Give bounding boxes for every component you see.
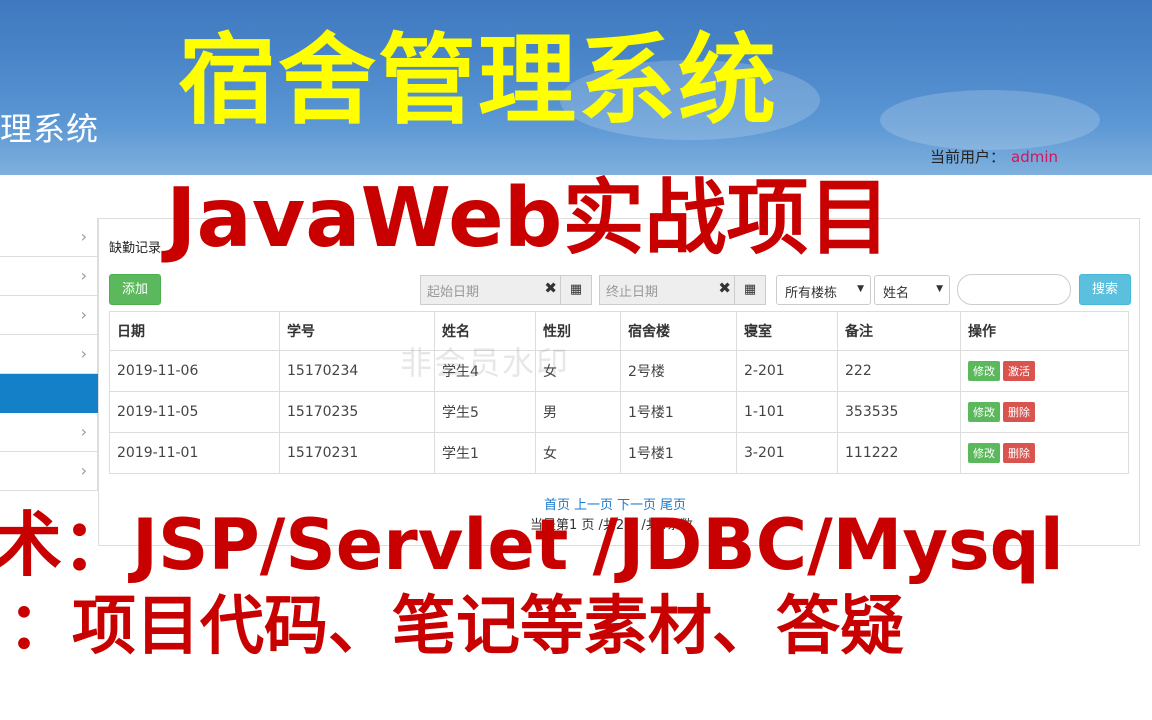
column-header: 日期 bbox=[109, 311, 280, 351]
cell-actions: 修改 删除 bbox=[960, 432, 1129, 474]
search-input[interactable] bbox=[957, 274, 1071, 305]
column-header: 寝室 bbox=[736, 311, 838, 351]
user-label: 当前用户： bbox=[930, 148, 1006, 166]
edit-button[interactable]: 修改 bbox=[968, 443, 1000, 463]
field-select[interactable]: 姓名 ▼ bbox=[874, 275, 950, 305]
username-link[interactable]: admin bbox=[1011, 148, 1058, 166]
sidebar-item[interactable]: › bbox=[0, 335, 98, 374]
dropdown-arrow-icon: ▼ bbox=[857, 284, 864, 294]
column-header: 宿舍楼 bbox=[620, 311, 737, 351]
clear-icon[interactable]: ✖ bbox=[718, 279, 731, 297]
cell-name: 学生5 bbox=[434, 391, 536, 433]
watermark: 非会员水印 bbox=[400, 344, 571, 382]
records-table: 日期 学号 姓名 性别 宿舍楼 寝室 备注 操作 2019-11-06 1517… bbox=[109, 311, 1129, 474]
building-select-value: 所有楼栋 bbox=[785, 286, 838, 301]
cell-name: 学生1 bbox=[434, 432, 536, 474]
table-row: 2019-11-01 15170231 学生1 女 1号楼1 3-201 111… bbox=[109, 432, 1129, 474]
edit-button[interactable]: 修改 bbox=[968, 361, 1000, 381]
chevron-right-icon: › bbox=[80, 266, 87, 285]
chevron-right-icon: › bbox=[80, 227, 87, 246]
delete-button[interactable]: 删除 bbox=[1003, 402, 1035, 422]
field-select-value: 姓名 bbox=[883, 286, 910, 301]
chevron-right-icon: › bbox=[80, 422, 87, 441]
sidebar-item[interactable]: › bbox=[0, 218, 98, 257]
cell-building: 1号楼1 bbox=[620, 432, 737, 474]
cell-gender: 女 bbox=[535, 432, 621, 474]
sidebar-item[interactable]: › bbox=[0, 257, 98, 296]
table-row: 2019-11-06 15170234 学生4 女 2号楼 2-201 222 … bbox=[109, 350, 1129, 392]
building-select[interactable]: 所有楼栋 ▼ bbox=[776, 275, 871, 305]
cloud-decoration bbox=[880, 90, 1100, 150]
dropdown-arrow-icon: ▼ bbox=[936, 284, 943, 294]
sidebar-item[interactable]: › bbox=[0, 413, 98, 452]
end-date-field[interactable]: 终止日期 ✖ ▦ bbox=[599, 275, 766, 305]
start-date-field[interactable]: 起始日期 ✖ ▦ bbox=[420, 275, 592, 305]
cell-student-id: 15170231 bbox=[279, 432, 435, 474]
cell-building: 1号楼1 bbox=[620, 391, 737, 433]
cell-building: 2号楼 bbox=[620, 350, 737, 392]
sidebar: › › › › › › bbox=[0, 218, 98, 491]
add-button[interactable]: 添加 bbox=[109, 274, 161, 305]
overlay-title: 宿舍管理系统 bbox=[178, 24, 779, 138]
chevron-right-icon: › bbox=[80, 461, 87, 480]
chevron-right-icon: › bbox=[80, 344, 87, 363]
search-button[interactable]: 搜索 bbox=[1079, 274, 1131, 305]
clear-icon[interactable]: ✖ bbox=[544, 279, 557, 297]
start-date-placeholder: 起始日期 bbox=[427, 285, 480, 300]
edit-button[interactable]: 修改 bbox=[968, 402, 1000, 422]
sidebar-item[interactable]: › bbox=[0, 452, 98, 491]
table-header-row: 日期 学号 姓名 性别 宿舍楼 寝室 备注 操作 bbox=[109, 311, 1129, 351]
cell-note: 353535 bbox=[837, 391, 961, 433]
calendar-icon[interactable]: ▦ bbox=[560, 276, 591, 304]
sidebar-item[interactable]: › bbox=[0, 296, 98, 335]
overlay-tech-stack: 术：JSP/Servlet /JDBC/Mysql bbox=[0, 504, 1064, 586]
cell-student-id: 15170235 bbox=[279, 391, 435, 433]
end-date-placeholder: 终止日期 bbox=[606, 285, 659, 300]
cell-date: 2019-11-01 bbox=[109, 432, 280, 474]
cell-room: 1-101 bbox=[736, 391, 838, 433]
activate-button[interactable]: 激活 bbox=[1003, 361, 1035, 381]
cell-note: 222 bbox=[837, 350, 961, 392]
cell-actions: 修改 删除 bbox=[960, 391, 1129, 433]
cell-room: 2-201 bbox=[736, 350, 838, 392]
table-row: 2019-11-05 15170235 学生5 男 1号楼1 1-101 353… bbox=[109, 391, 1129, 433]
column-header: 备注 bbox=[837, 311, 961, 351]
overlay-subtitle: JavaWeb实战项目 bbox=[166, 171, 891, 266]
chevron-right-icon: › bbox=[80, 305, 87, 324]
current-user: 当前用户： admin bbox=[930, 146, 1058, 167]
cell-date: 2019-11-05 bbox=[109, 391, 280, 433]
cell-date: 2019-11-06 bbox=[109, 350, 280, 392]
overlay-materials: ：项目代码、笔记等素材、答疑 bbox=[8, 590, 904, 664]
cell-room: 3-201 bbox=[736, 432, 838, 474]
cell-note: 111222 bbox=[837, 432, 961, 474]
panel-title: 缺勤记录 bbox=[109, 241, 162, 256]
delete-button[interactable]: 删除 bbox=[1003, 443, 1035, 463]
cell-actions: 修改 激活 bbox=[960, 350, 1129, 392]
calendar-icon[interactable]: ▦ bbox=[734, 276, 765, 304]
sidebar-item-active[interactable] bbox=[0, 374, 98, 413]
system-title: 理系统 bbox=[0, 110, 100, 148]
column-header: 操作 bbox=[960, 311, 1129, 351]
cell-gender: 男 bbox=[535, 391, 621, 433]
